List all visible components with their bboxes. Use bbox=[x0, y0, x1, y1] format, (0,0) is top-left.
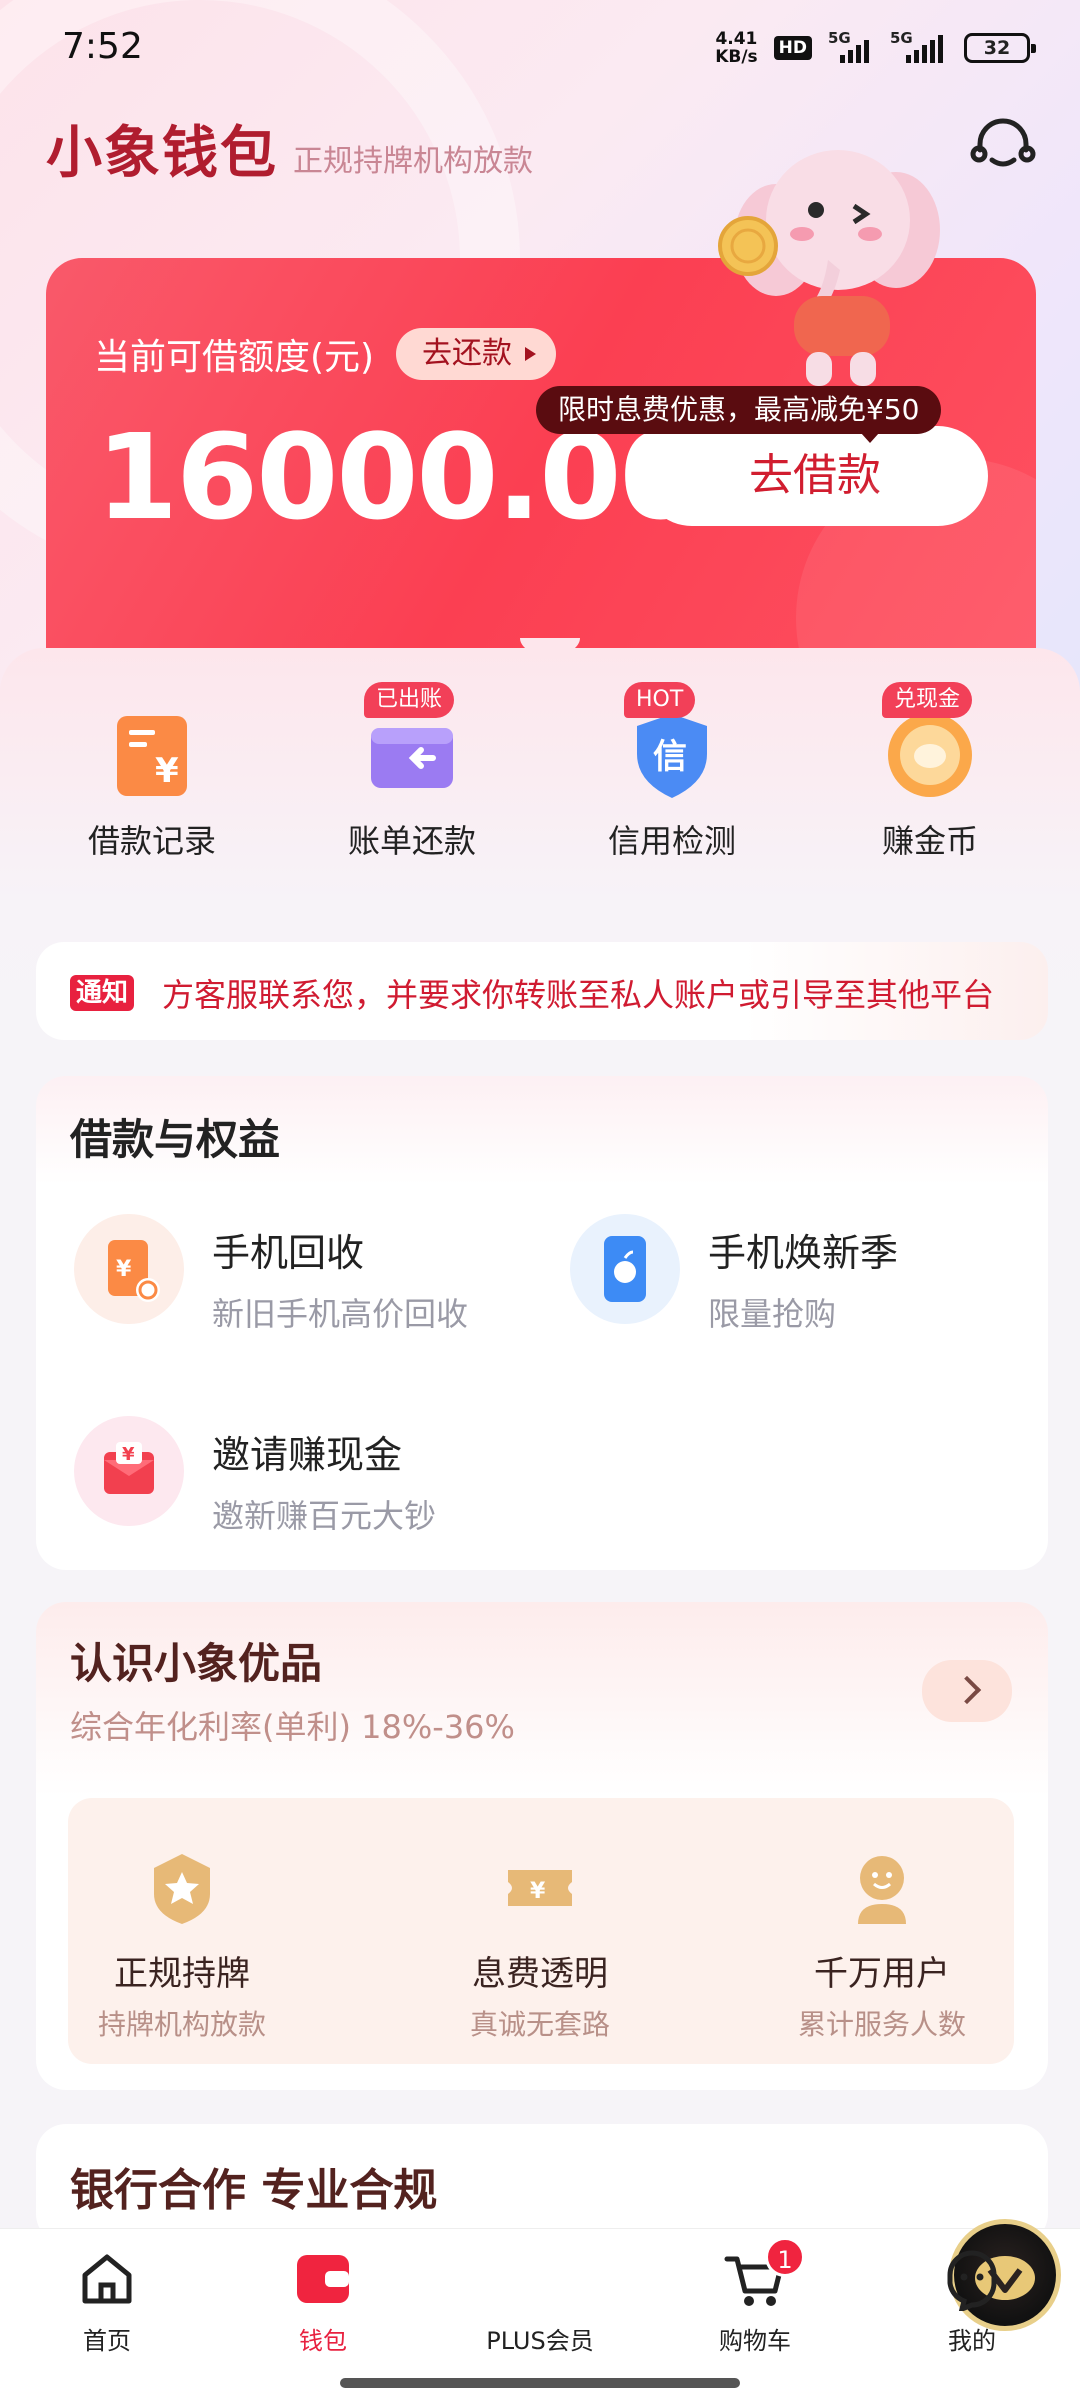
benefit-title: 手机焕新季 bbox=[708, 1231, 899, 1275]
phone-renew-item[interactable]: 手机焕新季 限量抢购 bbox=[570, 1214, 898, 1335]
benefit-subtitle: 限量抢购 bbox=[708, 1295, 837, 1333]
notice-bar[interactable]: 通知 方客服联系您，并要求你转账至私人账户或引导至其他平台 bbox=[36, 942, 1048, 1040]
status-indicators: 4.41 KB/s HD 5G 5G 32 bbox=[715, 29, 1036, 67]
benefit-subtitle: 新旧手机高价回收 bbox=[212, 1295, 469, 1333]
wallet-icon bbox=[367, 710, 457, 800]
hd-icon: HD bbox=[773, 36, 812, 60]
status-bar: 7:52 4.41 KB/s HD 5G 5G 32 bbox=[0, 0, 1080, 100]
repay-button[interactable]: 去还款 bbox=[396, 328, 556, 380]
benefit-subtitle: 邀新赚百元大钞 bbox=[212, 1497, 437, 1535]
hot-badge: HOT bbox=[624, 682, 696, 718]
app-brand-title: 小象钱包 bbox=[46, 121, 278, 186]
status-badge: 已出账 bbox=[364, 682, 455, 718]
brand-subtitle: 正规持牌机构放款 bbox=[293, 144, 533, 179]
signal-icon: 5G bbox=[890, 29, 948, 63]
earn-coins-button[interactable]: 兑现金 赚金币 bbox=[830, 682, 1030, 862]
tab-profile[interactable]: 我的 bbox=[897, 2247, 1047, 2356]
feature-item: 正规持牌 持牌机构放款 bbox=[52, 1848, 312, 2043]
phone-recycle-item[interactable]: ¥ 手机回收 新旧手机高价回收 bbox=[74, 1214, 468, 1335]
phone-recycle-icon: ¥ bbox=[74, 1214, 184, 1324]
network-speed: 4.41 KB/s bbox=[715, 29, 758, 67]
action-label: 赚金币 bbox=[881, 822, 978, 860]
section-title: 银行合作 专业合规 bbox=[70, 2165, 438, 2216]
interest-rate-text: 综合年化利率(单利) 18%-36% bbox=[70, 1708, 515, 1746]
wallet-icon bbox=[291, 2247, 355, 2311]
tab-cart[interactable]: 1 购物车 bbox=[680, 2237, 830, 2356]
svg-text:¥: ¥ bbox=[155, 751, 179, 791]
ticket-icon: ¥ bbox=[500, 1848, 580, 1928]
action-label: 账单还款 bbox=[347, 822, 476, 860]
credit-check-button[interactable]: 信 HOT 信用检测 bbox=[572, 682, 772, 862]
shopping-cart-icon: 1 bbox=[723, 2237, 805, 2311]
svg-text:¥: ¥ bbox=[116, 1257, 132, 1282]
action-label: 借款记录 bbox=[87, 822, 216, 860]
credit-shield-icon: 信 bbox=[627, 710, 717, 800]
section-title: 借款与权益 bbox=[70, 1115, 281, 1164]
section-title: 认识小象优品 bbox=[70, 1639, 323, 1688]
svg-text:信: 信 bbox=[653, 737, 687, 777]
phone-apple-icon bbox=[570, 1214, 680, 1324]
loan-record-icon: ¥ bbox=[107, 710, 197, 800]
borrow-button[interactable]: 去借款 bbox=[642, 426, 988, 526]
bank-partner-panel: 银行合作 专业合规 bbox=[36, 2124, 1048, 2244]
loan-benefits-panel: 借款与权益 ¥ 手机回收 新旧手机高价回收 手机焕新季 限量抢购 ¥ 邀请赚现金… bbox=[36, 1076, 1048, 1570]
notice-tag: 通知 bbox=[70, 975, 135, 1011]
customer-service-icon[interactable] bbox=[970, 116, 1036, 174]
signal-icon: 5G bbox=[828, 29, 874, 63]
bottom-navigation: 首页 钱包 PLUS会员 1 购物车 我的 bbox=[0, 2219, 1080, 2400]
home-indicator[interactable] bbox=[340, 2378, 740, 2388]
chevron-right-icon[interactable] bbox=[922, 1660, 1012, 1722]
battery-icon: 32 bbox=[964, 33, 1036, 63]
bill-repay-button[interactable]: 已出账 账单还款 bbox=[312, 682, 512, 862]
action-label: 信用检测 bbox=[607, 822, 736, 860]
coin-icon bbox=[885, 710, 975, 800]
svg-text:¥: ¥ bbox=[530, 1879, 546, 1904]
benefit-title: 手机回收 bbox=[212, 1231, 365, 1275]
elephant-mascot-image bbox=[718, 130, 948, 390]
invite-cash-item[interactable]: ¥ 邀请赚现金 邀新赚百元大钞 bbox=[74, 1416, 436, 1537]
promo-tooltip: 限时息费优惠，最高减免¥50 bbox=[536, 386, 942, 443]
svg-text:¥: ¥ bbox=[122, 1444, 135, 1465]
loan-records-button[interactable]: ¥ 借款记录 bbox=[52, 710, 252, 862]
tab-home[interactable]: 首页 bbox=[32, 2247, 182, 2356]
red-envelope-icon: ¥ bbox=[74, 1416, 184, 1526]
credit-limit-label: 当前可借额度(元) bbox=[94, 337, 375, 378]
home-icon bbox=[75, 2247, 139, 2311]
tab-wallet[interactable]: 钱包 bbox=[248, 2247, 398, 2356]
benefit-title: 邀请赚现金 bbox=[212, 1433, 403, 1477]
profile-icon bbox=[940, 2247, 1004, 2314]
feature-item: 千万用户 累计服务人数 bbox=[752, 1848, 1012, 2043]
notice-text: 方客服联系您，并要求你转账至私人账户或引导至其他平台 bbox=[162, 976, 995, 1014]
star-badge-icon bbox=[142, 1848, 222, 1928]
cart-count-badge: 1 bbox=[765, 2237, 805, 2277]
tab-plus-member[interactable]: PLUS会员 bbox=[465, 2219, 1061, 2356]
status-time: 7:52 bbox=[62, 26, 143, 67]
about-panel: 认识小象优品 综合年化利率(单利) 18%-36% 正规持牌 持牌机构放款 ¥ … bbox=[36, 1602, 1048, 2090]
cash-badge: 兑现金 bbox=[882, 682, 973, 718]
features-box: 正规持牌 持牌机构放款 ¥ 息费透明 真诚无套路 千万用户 累计服务人数 bbox=[68, 1798, 1014, 2064]
user-smile-icon bbox=[842, 1848, 922, 1928]
feature-item: ¥ 息费透明 真诚无套路 bbox=[410, 1848, 670, 2043]
